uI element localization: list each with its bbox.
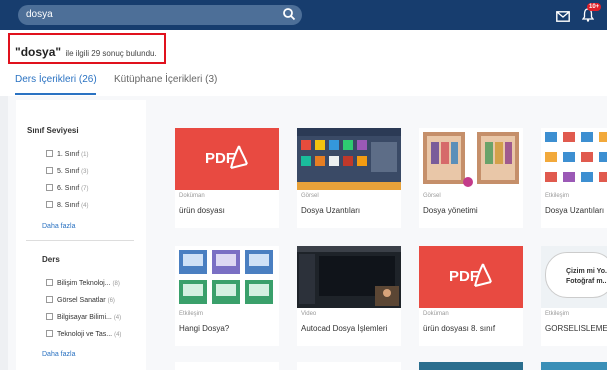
- content-card[interactable]: [541, 362, 607, 370]
- filter-option[interactable]: Görsel Sanatlar (6): [46, 296, 115, 304]
- checkbox[interactable]: [46, 313, 53, 320]
- card-type: Doküman: [423, 311, 449, 317]
- result-count-text: ile ilgili 29 sonuç bulundu.: [65, 49, 157, 58]
- content-card[interactable]: PDF Doküman ürün dosyası: [175, 128, 279, 228]
- card-title[interactable]: Hangi Dosya?: [179, 324, 229, 333]
- content-card[interactable]: [175, 362, 279, 370]
- filter-option[interactable]: 1. Sınıf (1): [46, 150, 88, 158]
- card-title[interactable]: Dosya Uzantıları: [545, 206, 604, 215]
- card-type: Görsel: [423, 193, 441, 199]
- video-thumbnail: [297, 246, 401, 308]
- filter-option[interactable]: Bilgisayar Bilimi... (4): [46, 313, 121, 321]
- content-card[interactable]: Etkileşim Dosya Uzantıları: [541, 128, 607, 228]
- filter-option[interactable]: Bilişim Teknoloj... (8): [46, 279, 120, 287]
- active-tab-indicator: [15, 93, 96, 95]
- card-title[interactable]: Dosya yönetimi: [423, 206, 478, 215]
- card-title[interactable]: ürün dosyası 8. sınıf: [423, 324, 495, 333]
- file-management-thumbnail: [419, 128, 523, 190]
- card-type: Video: [301, 311, 317, 317]
- checkbox[interactable]: [46, 150, 53, 157]
- grade-more-link[interactable]: Daha fazla: [42, 223, 75, 230]
- card-title[interactable]: GORSELISLEME: [545, 324, 607, 333]
- content-card[interactable]: [297, 362, 401, 370]
- filter-option[interactable]: 8. Sınıf (4): [46, 201, 88, 209]
- search-query: "dosya": [15, 45, 62, 59]
- tab-library-contents[interactable]: Kütüphane İçerikleri (3): [114, 74, 217, 85]
- checkbox[interactable]: [46, 330, 53, 337]
- file-extensions-thumbnail: [297, 128, 401, 190]
- card-title[interactable]: Autocad Dosya İşlemleri: [301, 324, 387, 333]
- pdf-thumbnail: PDF: [175, 128, 279, 190]
- result-summary: "dosya" ile ilgili 29 sonuç bulundu.: [8, 33, 166, 64]
- content-card[interactable]: Video Autocad Dosya İşlemleri: [297, 246, 401, 346]
- content-card[interactable]: Görsel Dosya yönetimi: [419, 128, 523, 228]
- search-icon[interactable]: [282, 7, 296, 26]
- card-type: Etkileşim: [545, 311, 570, 317]
- filter-option[interactable]: 6. Sınıf (7): [46, 184, 88, 192]
- mail-icon[interactable]: [556, 9, 570, 27]
- card-type: Etkileşim: [545, 193, 570, 199]
- card-type: Doküman: [179, 193, 205, 199]
- visual-thumbnail: Çizim mi Yo... Fotoğraf m...: [541, 246, 607, 308]
- card-title[interactable]: ürün dosyası: [179, 206, 225, 215]
- notification-badge: 10+: [587, 3, 602, 11]
- grade-filter-title: Sınıf Seviyesi: [27, 126, 79, 135]
- checkbox[interactable]: [46, 296, 53, 303]
- checkbox[interactable]: [46, 201, 53, 208]
- search-bar[interactable]: dosya: [18, 5, 302, 25]
- checkbox[interactable]: [46, 279, 53, 286]
- course-filter-title: Ders: [42, 255, 60, 264]
- content-card[interactable]: Çizim mi Yo... Fotoğraf m... Etkileşim G…: [541, 246, 607, 346]
- checkbox[interactable]: [46, 184, 53, 191]
- content-card[interactable]: Görsel Dosya Uzantıları: [297, 128, 401, 228]
- content-card[interactable]: PDF Doküman ürün dosyası 8. sınıf: [419, 246, 523, 346]
- pdf-thumbnail: PDF: [419, 246, 523, 308]
- which-file-thumbnail: [175, 246, 279, 308]
- card-title[interactable]: Dosya Uzantıları: [301, 206, 360, 215]
- content-card[interactable]: Etkileşim Hangi Dosya?: [175, 246, 279, 346]
- search-input[interactable]: dosya: [26, 9, 53, 20]
- tab-course-contents[interactable]: Ders İçerikleri (26): [15, 74, 97, 85]
- speech-bubble: Çizim mi Yo... Fotoğraf m...: [545, 252, 607, 298]
- content-card[interactable]: [419, 362, 523, 370]
- svg-text:PDF: PDF: [449, 268, 479, 285]
- pdf-icon: PDF: [449, 263, 492, 287]
- filter-option[interactable]: 5. Sınıf (3): [46, 167, 88, 175]
- card-type: Etkileşim: [179, 311, 204, 317]
- card-type: Görsel: [301, 193, 319, 199]
- svg-text:PDF: PDF: [205, 150, 235, 167]
- pdf-icon: PDF: [205, 145, 248, 169]
- divider: [26, 240, 134, 241]
- extension-grid-thumbnail: [541, 128, 607, 190]
- filter-option[interactable]: Teknoloji ve Tas... (4): [46, 330, 121, 338]
- checkbox[interactable]: [46, 167, 53, 174]
- course-more-link[interactable]: Daha fazla: [42, 351, 75, 358]
- top-bar: dosya 10+: [0, 0, 607, 30]
